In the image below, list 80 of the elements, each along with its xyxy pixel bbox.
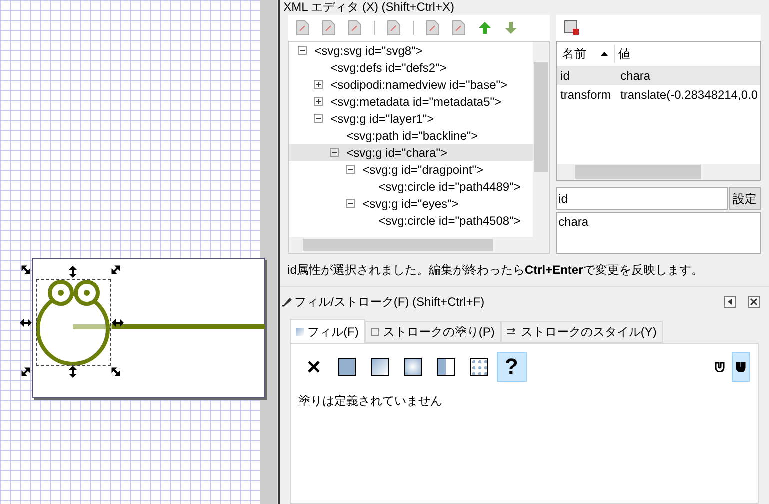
column-header[interactable]: 名前 [562,45,587,63]
document-icon[interactable] [386,20,401,36]
fill-message: 塗りは定義されていません [298,393,444,410]
tree-node-label: <svg:defs id="defs2"> [330,60,447,76]
panel-title: XML エディタ (X) (Shift+Ctrl+X) [284,1,454,13]
nonzero-rule-button[interactable] [732,352,750,382]
expand-icon[interactable] [314,97,324,106]
fill-square-icon [296,328,304,336]
collapse-icon[interactable] [330,148,340,157]
horizontal-scrollbar[interactable] [288,237,533,253]
tree-row[interactable]: <svg:g id="layer1"> [288,110,533,127]
tree-row[interactable]: <sodipodi:namedview id="base"> [288,76,533,93]
document-icon[interactable] [296,20,310,36]
tree-row[interactable]: <svg:defs id="defs2"> [288,59,533,76]
attribute-row[interactable]: id chara [556,66,760,85]
attribute-value: chara [620,68,652,84]
collapse-icon[interactable] [346,165,356,174]
tree-node-label: <svg:g id="eyes"> [362,196,459,212]
tree-row[interactable]: <svg:g id="eyes"> [288,195,533,212]
resize-handle-icon[interactable] [110,264,122,276]
cross-icon [308,361,320,373]
delete-attribute-icon[interactable] [564,20,580,36]
document-icon[interactable] [426,20,440,36]
attribute-value-field[interactable]: chara [556,212,761,254]
resize-handle-icon[interactable] [110,366,122,378]
sort-ascending-icon[interactable] [600,52,608,56]
resize-handle-icon[interactable] [67,266,79,278]
collapse-panel-icon[interactable] [724,296,736,308]
tree-node-label: <svg:path id="backline"> [346,128,478,144]
tree-node-label: <svg:metadata id="metadata5"> [330,94,502,110]
set-button[interactable]: 設定 [729,187,761,210]
status-message: id属性が選択されました。編集が終わったらCtrl+Enterで変更を反映します。 [288,262,704,279]
panel-title: フィル/ストローク(F) (Shift+Ctrl+F) [294,294,486,311]
tree-row[interactable]: <svg:path id="backline"> [288,127,533,144]
document-icon[interactable] [452,20,466,36]
tree-node-label: <svg:circle id="path4508"> [378,212,521,230]
resize-handle-icon[interactable] [20,317,32,329]
collapse-icon[interactable] [314,114,324,123]
attribute-row[interactable]: transform translate(-0.28348214,0.0 [556,85,760,104]
tree-node-label: <svg:g id="chara"> [346,144,448,162]
line-drawing[interactable] [73,324,265,330]
resize-handle-icon[interactable] [20,366,32,378]
tree-row[interactable]: <svg:circle id="path4508"> [288,212,533,229]
collapse-icon[interactable] [298,46,308,55]
column-header[interactable]: 値 [614,45,635,63]
resize-handle-icon[interactable] [20,264,32,276]
attribute-name: id [560,68,571,84]
collapse-icon[interactable] [346,199,356,208]
attribute-name-field[interactable]: id [556,187,728,210]
tree-row[interactable]: <svg:g id="dragpoint"> [288,161,533,178]
tree-node-label: <svg:g id="layer1"> [330,110,434,128]
tree-row[interactable]: <svg:circle id="path4489"> [288,178,533,195]
stroke-style-icon [506,328,517,336]
brush-icon [280,296,293,308]
tab[interactable]: ストロークのスタイル(Y) [500,321,663,343]
filled-shape-icon [736,362,746,372]
document-icon[interactable] [322,20,336,36]
tree-row[interactable]: <svg:svg id="svg8"> [288,42,533,59]
tree-row[interactable]: <svg:g id="chara"> [288,144,533,161]
document-icon[interactable] [348,20,362,36]
close-icon[interactable] [748,296,760,308]
vertical-scrollbar[interactable] [532,42,549,253]
stroke-square-icon [370,328,379,336]
tree-node-label: <svg:circle id="path4489"> [378,178,521,196]
expand-icon[interactable] [314,80,324,89]
tree-node-label: <svg:g id="dragpoint"> [362,162,484,178]
up-arrow-icon[interactable] [478,21,492,35]
tree-node-label: <sodipodi:namedview id="base"> [330,76,508,94]
attribute-value: translate(-0.28348214,0.0 [620,86,759,104]
horizontal-scrollbar[interactable] [556,164,760,180]
unset-paint-button[interactable]: ? [496,352,527,382]
tree-row[interactable]: <svg:metadata id="metadata5"> [288,93,533,110]
tab[interactable]: ストロークの塗り(P) [364,321,501,343]
tree-node-label: <svg:svg id="svg8"> [314,42,423,60]
outlined-shape-icon [715,362,725,372]
resize-handle-icon[interactable] [112,317,124,329]
tab[interactable]: フィル(F) [290,319,365,343]
resize-handle-icon[interactable] [67,366,79,378]
down-arrow-icon[interactable] [504,21,518,35]
attribute-name: transform [560,86,612,104]
